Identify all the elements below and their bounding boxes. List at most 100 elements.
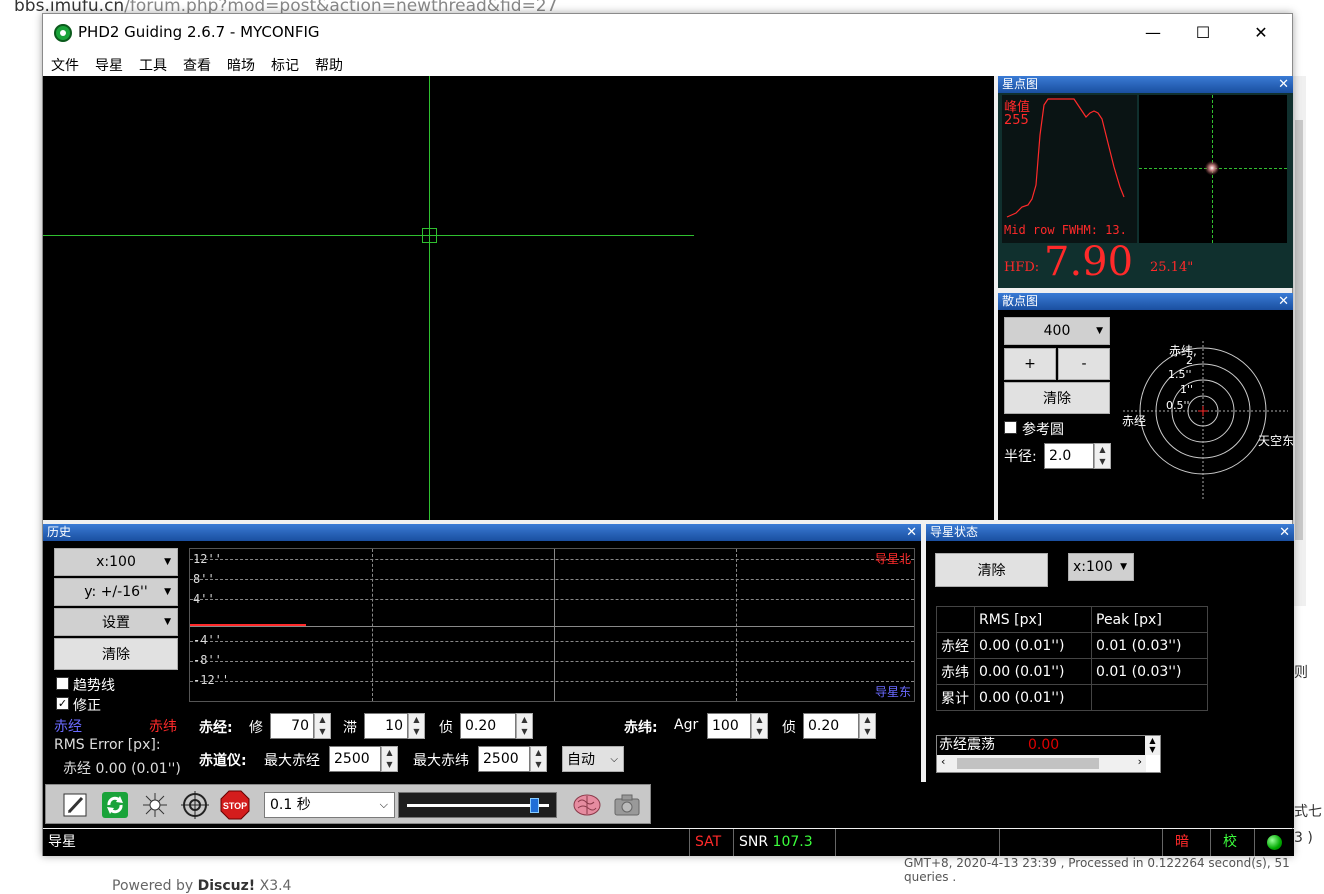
menu-view[interactable]: 查看 <box>183 55 211 75</box>
history-clear-button[interactable]: 清除 <box>54 638 178 670</box>
close-icon[interactable]: ✕ <box>1278 76 1289 93</box>
menu-bookmarks[interactable]: 标记 <box>271 55 299 75</box>
oscillation-list[interactable]: 赤经震荡 0.00 ▲ ▼ ‹ › <box>936 735 1161 773</box>
max-ra-label: 最大赤经 <box>264 753 320 769</box>
minimize-button[interactable]: — <box>1130 14 1176 50</box>
max-ra-stepper[interactable]: ▲ ▼ <box>381 746 398 772</box>
maximize-button[interactable]: ☐ <box>1180 14 1226 50</box>
grid-line <box>736 549 737 701</box>
loop-icon[interactable] <box>100 790 130 820</box>
slider-thumb[interactable] <box>530 798 539 813</box>
guide-state-title: 导星状态 <box>930 525 979 539</box>
gear-edit-icon[interactable] <box>60 790 90 820</box>
vertical-scroll-arrows[interactable]: ▲ ▼ <box>1145 736 1160 755</box>
guide-state-scale-select[interactable]: x:100 ▼ <box>1068 553 1134 581</box>
gamma-slider[interactable] <box>398 792 557 818</box>
max-ra-input[interactable]: 2500 <box>329 746 381 772</box>
guide-state-clear-button[interactable]: 清除 <box>935 553 1048 587</box>
radius-input[interactable]: 2.0 <box>1044 443 1094 469</box>
y-tick-label: 8'' <box>193 572 215 586</box>
ra-aggression-stepper[interactable]: ▲ ▼ <box>314 713 331 739</box>
brain-icon[interactable] <box>572 790 602 820</box>
trend-checkbox[interactable] <box>56 677 69 690</box>
ra-aggression-input[interactable]: 70 <box>270 713 314 739</box>
star-profile-header: 星点图 ✕ <box>998 76 1293 93</box>
menu-help[interactable]: 帮助 <box>315 55 343 75</box>
camera-settings-icon[interactable] <box>612 790 642 820</box>
title-bar[interactable]: PHD2 Guiding 2.6.7 - MYCONFIG — ☐ ✕ <box>43 14 1292 50</box>
menu-guide[interactable]: 导星 <box>95 55 123 75</box>
max-dec-stepper[interactable]: ▲ ▼ <box>530 746 547 772</box>
ra-min-move-input[interactable]: 0.20 <box>460 713 516 739</box>
grid-line <box>190 599 914 600</box>
dec-aggression-input[interactable]: 100 <box>707 713 751 739</box>
history-x-scale-select[interactable]: x:100 ▼ <box>54 548 178 576</box>
scatter-header: 散点图 ✕ <box>998 293 1293 310</box>
correction-checkbox[interactable]: ✓ <box>56 697 69 710</box>
scatter-clear-button[interactable]: 清除 <box>1004 382 1110 414</box>
table-cell: 赤经 <box>936 632 975 659</box>
max-dec-input[interactable]: 2500 <box>478 746 530 772</box>
main-toolbar: STOP 0.1 秒 ⌵ <box>45 784 651 824</box>
star-profile-title: 星点图 <box>1002 77 1039 91</box>
ring-label: 1'' <box>1180 383 1194 396</box>
grid-line <box>190 641 914 642</box>
menu-file[interactable]: 文件 <box>51 55 79 75</box>
window-title: PHD2 Guiding 2.6.7 - MYCONFIG <box>78 23 320 41</box>
page-text-fragment: 3 ) <box>1294 830 1313 846</box>
zoom-out-button[interactable]: - <box>1058 348 1110 380</box>
ra-agg-label: 修 <box>249 720 263 736</box>
ra-min-move-stepper[interactable]: ▲ ▼ <box>516 713 533 739</box>
guide-target-icon[interactable] <box>180 790 210 820</box>
grid-line <box>190 559 914 560</box>
history-settings-select[interactable]: 设置 ▼ <box>54 608 178 636</box>
zoom-in-button[interactable]: + <box>1004 348 1056 380</box>
rms-title: RMS Error [px]: <box>54 737 161 753</box>
guide-graph[interactable]: 12'' 8'' 4'' -4'' -8'' -12'' 导星北 导星东 <box>189 548 915 702</box>
browser-scrollbar-thumb[interactable] <box>1295 120 1303 540</box>
chevron-down-icon: ▼ <box>1120 562 1127 572</box>
hfd-value: 7.90 <box>1044 239 1134 285</box>
horizontal-scrollbar[interactable]: ‹ › <box>937 755 1146 772</box>
ra-hysteresis-input[interactable]: 10 <box>364 713 408 739</box>
ref-circle-checkbox[interactable] <box>1004 421 1017 434</box>
camera-view[interactable] <box>43 76 994 520</box>
history-y-scale-select[interactable]: y: +/-16'' ▼ <box>54 578 178 606</box>
grid-line <box>190 579 914 580</box>
ring-label: 1.5'' <box>1168 368 1192 381</box>
table-cell: 0.00 (0.01'') <box>974 632 1092 659</box>
guide-state-pane: 导星状态 ✕ 清除 x:100 ▼ RMS [px] Peak [px] 赤经 0… <box>926 524 1294 782</box>
close-icon[interactable]: ✕ <box>906 524 917 541</box>
exposure-select[interactable]: 0.1 秒 ⌵ <box>264 792 395 818</box>
chevron-left-icon[interactable]: ‹ <box>941 755 945 768</box>
menu-darks[interactable]: 暗场 <box>227 55 255 75</box>
close-icon[interactable]: ✕ <box>1278 293 1289 310</box>
oscillation-value: 0.00 <box>1028 737 1060 753</box>
dec-agg-label: Agr <box>674 717 699 733</box>
dec-min-move-input[interactable]: 0.20 <box>803 713 859 739</box>
dec-min-move-stepper[interactable]: ▲ ▼ <box>859 713 876 739</box>
table-header-row: RMS [px] Peak [px] <box>936 606 1208 633</box>
ra-hysteresis-stepper[interactable]: ▲ ▼ <box>408 713 425 739</box>
chevron-right-icon[interactable]: › <box>1138 755 1142 768</box>
scatter-scale-select[interactable]: 400 ▼ <box>1004 317 1110 345</box>
chevron-down-icon: ▼ <box>164 557 171 567</box>
guide-star <box>1205 161 1219 175</box>
status-calibration: 校 <box>1210 829 1254 856</box>
y-tick-label: -8'' <box>193 653 222 667</box>
scroll-thumb[interactable] <box>957 758 1099 769</box>
stop-icon[interactable]: STOP <box>220 790 250 820</box>
close-button[interactable]: ✕ <box>1238 14 1284 50</box>
sky-east-label: 天空东 <box>1258 434 1295 448</box>
history-pane: 历史 ✕ x:100 ▼ y: +/-16'' ▼ 设置 ▼ 清除 趋势线 ✓ 修正 … <box>43 524 921 782</box>
close-icon[interactable]: ✕ <box>1279 524 1290 541</box>
dec-aggression-stepper[interactable]: ▲ ▼ <box>751 713 768 739</box>
peak-value: 255 <box>1004 113 1029 128</box>
page-footer: GMT+8, 2020-4-13 23:39 , Processed in 0.… <box>904 856 1290 884</box>
menu-tools[interactable]: 工具 <box>139 55 167 75</box>
star-thumbnail <box>1139 95 1287 243</box>
radius-stepper[interactable]: ▲ ▼ <box>1094 443 1111 469</box>
ring-label: 0.5'' <box>1166 399 1190 412</box>
auto-select-star-icon[interactable] <box>140 790 170 820</box>
dec-mode-select[interactable]: 自动 ⌵ <box>562 746 624 772</box>
